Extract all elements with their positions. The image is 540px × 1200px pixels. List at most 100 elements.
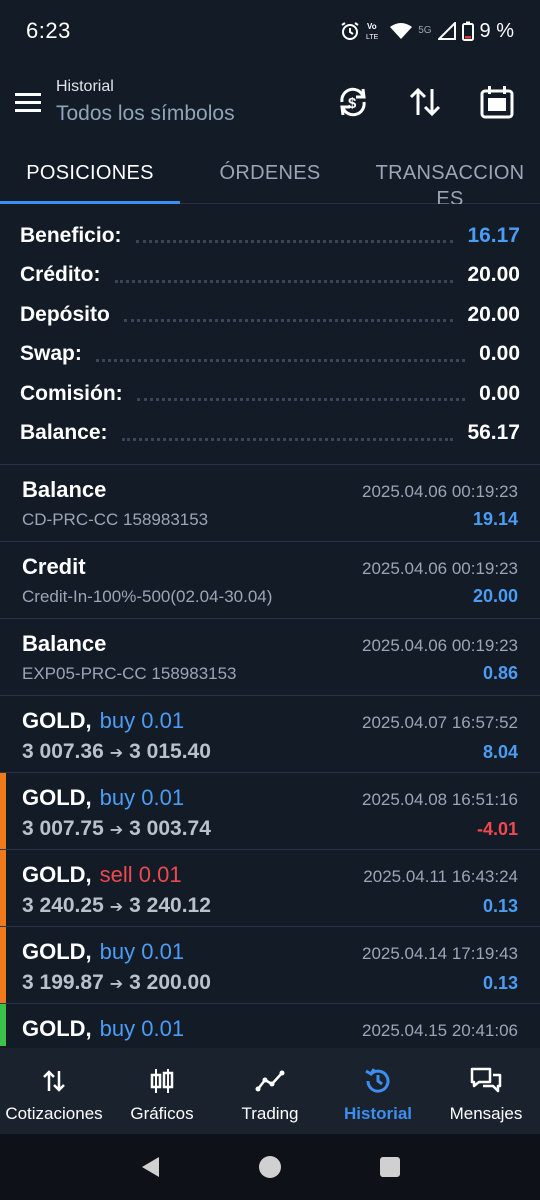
deal-comment: EXP05-PRC-CC 158983153: [22, 664, 237, 683]
summary-row-deposito: Depósito 20.00: [0, 295, 540, 335]
close-price: 3 003.74: [129, 817, 211, 840]
back-triangle-icon: [142, 1157, 159, 1177]
status-time: 6:23: [26, 18, 71, 43]
nav-mensajes[interactable]: Mensajes: [432, 1048, 540, 1134]
bottom-navigation: Cotizaciones Gráficos Trading Historial …: [0, 1048, 540, 1134]
currency-convert-button[interactable]: $: [328, 77, 378, 127]
deal-time: 2025.04.11 16:43:24: [363, 867, 518, 886]
deal-profit: -4.01: [476, 819, 518, 839]
deal-profit: 0.13: [482, 896, 518, 916]
summary-label: Beneficio:: [20, 223, 122, 247]
trading-icon: [255, 1066, 285, 1096]
back-button[interactable]: [130, 1147, 170, 1187]
dotted-leader: [114, 279, 454, 283]
page-title: Historial: [56, 78, 114, 95]
deal-time: 2025.04.06 00:19:23: [362, 482, 518, 501]
summary-label: Balance:: [20, 421, 108, 445]
messages-icon: [469, 1066, 503, 1096]
nav-label: Trading: [241, 1104, 299, 1123]
deal-side: sell 0.01: [99, 862, 182, 887]
list-item[interactable]: Balance 2025.04.06 00:19:23 EXP05-PRC-CC…: [0, 619, 540, 696]
summary-row-beneficio: Beneficio: 16.17: [0, 216, 540, 256]
header-titles[interactable]: Historial Todos los símbolos: [56, 78, 235, 126]
sort-button[interactable]: [400, 77, 450, 127]
deal-profit: 20.00: [472, 586, 518, 606]
nav-label: Cotizaciones: [5, 1104, 103, 1123]
tab-transacciones[interactable]: TRANSACCIONES: [360, 142, 540, 204]
signal-icon: [437, 22, 456, 40]
charts-icon: [149, 1066, 175, 1096]
svg-text:LTE: LTE: [366, 34, 379, 41]
summary-label: Depósito: [20, 302, 110, 326]
currency-sync-icon: $: [340, 87, 366, 117]
nav-historial[interactable]: Historial: [324, 1048, 432, 1134]
deal-profit: 0.86: [482, 663, 518, 683]
list-item[interactable]: GOLD, buy 0.01 2025.04.15 20:41:06: [0, 1004, 540, 1046]
summary-value: 20.00: [467, 263, 520, 287]
deal-time: 2025.04.06 00:19:23: [362, 636, 518, 655]
status-bar: 6:23 Vo LTE 5G 9 %: [0, 0, 540, 62]
deal-comment: CD-PRC-CC 158983153: [22, 510, 209, 529]
deal-stripe: [0, 927, 6, 1003]
network-5g-label: 5G: [418, 25, 432, 36]
arrow-right-icon: ➔: [109, 976, 124, 993]
nav-trading[interactable]: Trading: [216, 1048, 324, 1134]
summary-value: 16.17: [467, 223, 520, 247]
menu-button[interactable]: [0, 72, 56, 132]
deal-stripe: [0, 1004, 6, 1046]
deals-list[interactable]: Balance 2025.04.06 00:19:23 CD-PRC-CC 15…: [0, 464, 540, 1046]
open-price: 3 240.25: [22, 894, 104, 917]
dotted-leader: [135, 240, 454, 244]
deal-side: buy 0.01: [99, 785, 185, 810]
summary-value: 20.00: [467, 302, 520, 326]
nav-cotizaciones[interactable]: Cotizaciones: [0, 1048, 108, 1134]
deal-symbol: GOLD,: [22, 862, 92, 887]
summary-panel: Beneficio: 16.17 Crédito: 20.00 Depósito…: [0, 216, 540, 453]
summary-value: 56.17: [467, 421, 520, 445]
nav-label: Historial: [343, 1104, 413, 1123]
open-price: 3 199.87: [22, 971, 104, 994]
deal-time: 2025.04.15 20:41:06: [362, 1021, 518, 1040]
tab-ordenes[interactable]: ÓRDENES: [180, 142, 360, 203]
summary-label: Swap:: [20, 342, 82, 366]
deal-profit: 0.13: [482, 973, 518, 993]
deal-symbol: GOLD,: [22, 939, 92, 964]
nav-graficos[interactable]: Gráficos: [108, 1048, 216, 1134]
dotted-leader: [136, 398, 466, 402]
battery-icon: [461, 21, 474, 41]
summary-value: 0.00: [479, 342, 520, 366]
deal-title: Credit: [22, 554, 86, 579]
deal-symbol: GOLD,: [22, 708, 92, 733]
arrow-right-icon: ➔: [109, 745, 124, 762]
volte-icon: Vo LTE: [366, 21, 384, 41]
list-item[interactable]: Credit 2025.04.06 00:19:23 Credit-In-100…: [0, 542, 540, 619]
battery-percent: 9 %: [479, 19, 514, 42]
tab-posiciones[interactable]: POSICIONES: [0, 142, 180, 204]
deal-profit: 19.14: [472, 509, 518, 529]
deal-symbol: GOLD,: [22, 1016, 92, 1041]
header-actions: $: [328, 77, 540, 127]
arrow-right-icon: ➔: [109, 899, 124, 916]
recents-square-icon: [380, 1157, 400, 1177]
deal-symbol: GOLD,: [22, 785, 92, 810]
open-price: 3 007.75: [22, 817, 104, 840]
dotted-leader: [95, 358, 466, 362]
recents-button[interactable]: [370, 1147, 410, 1187]
list-item[interactable]: GOLD, buy 0.01 2025.04.14 17:19:43 3 199…: [0, 927, 540, 1004]
list-item[interactable]: GOLD, sell 0.01 2025.04.11 16:43:24 3 24…: [0, 850, 540, 927]
deal-profit: 8.04: [482, 742, 518, 762]
sort-arrows-icon: [409, 87, 441, 117]
deal-side: buy 0.01: [99, 939, 185, 964]
symbol-filter[interactable]: Todos los símbolos: [56, 102, 235, 126]
list-item[interactable]: GOLD, buy 0.01 2025.04.08 16:51:16 3 007…: [0, 773, 540, 850]
nav-label: Mensajes: [449, 1104, 523, 1123]
calendar-button[interactable]: [472, 77, 522, 127]
list-item[interactable]: GOLD, buy 0.01 2025.04.07 16:57:52 3 007…: [0, 696, 540, 773]
summary-label: Crédito:: [20, 263, 101, 287]
home-button[interactable]: [250, 1147, 290, 1187]
deal-stripe: [0, 773, 6, 849]
list-item[interactable]: Balance 2025.04.06 00:19:23 CD-PRC-CC 15…: [0, 465, 540, 542]
deal-time: 2025.04.07 16:57:52: [362, 713, 518, 732]
summary-label: Comisión:: [20, 381, 123, 405]
system-navigation-bar: [0, 1134, 540, 1200]
